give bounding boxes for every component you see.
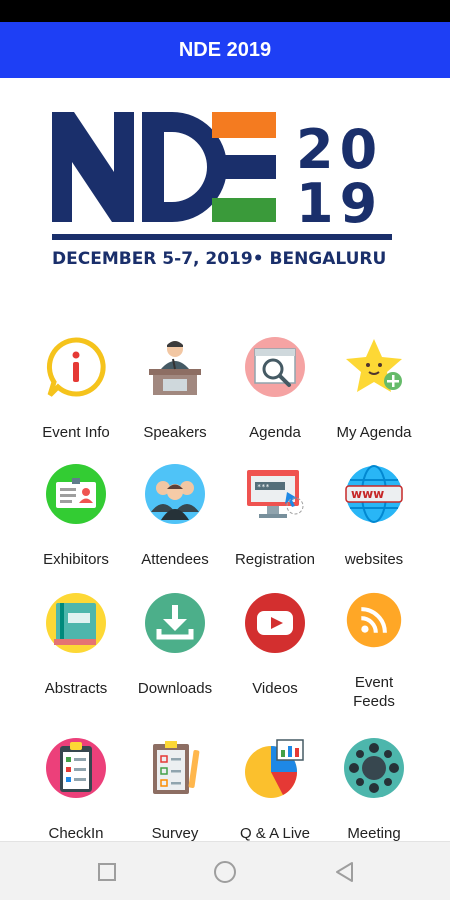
www-globe-icon: www [345,465,403,523]
attendees-group-icon [145,464,205,524]
checkin-clipboard-icon [46,738,106,798]
menu-item-label: Event Feeds [353,674,395,710]
menu-item-qa-live[interactable]: Q & A Live [220,736,330,856]
logo-year-bottom: 19 [296,172,383,235]
menu-item-websites[interactable]: www websites [319,462,429,582]
menu-item-label: Registration [234,551,316,568]
menu-item-exhibitors[interactable]: Exhibitors [21,462,131,582]
download-icon [145,593,205,653]
info-icon [46,337,106,397]
menu-item-videos[interactable]: Videos [220,591,330,711]
menu-item-label: Downloads [137,680,213,697]
video-play-icon [245,593,305,653]
system-nav-bar [0,841,450,900]
menu-item-label: Attendees [141,551,209,568]
logo-tagline: DECEMBER 5-7, 2019• BENGALURU [52,249,386,269]
menu-item-my-agenda[interactable]: My Agenda [319,335,429,455]
meeting-table-icon [344,738,404,798]
menu-item-label: Exhibitors [43,551,109,568]
app-bar: NDE 2019 [0,22,450,78]
menu-item-attendees[interactable]: Attendees [120,462,230,582]
menu-item-survey[interactable]: Survey [120,736,230,856]
menu-item-label: Abstracts [44,680,108,697]
menu-item-registration[interactable]: *** Registration [220,462,330,582]
speaker-podium-icon [149,341,201,395]
menu-item-event-feeds[interactable]: Event Feeds [319,591,429,711]
menu-item-speakers[interactable]: Speakers [120,335,230,455]
registration-monitor-icon: *** [247,470,304,518]
menu-item-abstracts[interactable]: Abstracts [21,591,131,711]
home-circle-icon[interactable] [213,860,237,884]
recents-square-icon[interactable] [95,860,119,884]
abstract-book-icon [46,593,106,653]
svg-text:***: *** [257,483,270,491]
menu-item-label: Agenda [249,424,301,441]
menu-item-agenda[interactable]: Agenda [220,335,330,455]
menu-item-label: My Agenda [336,424,412,441]
star-add-icon [346,339,402,392]
menu-item-label: websites [344,551,404,568]
menu-item-downloads[interactable]: Downloads [120,591,230,711]
svg-text:www: www [351,487,384,501]
menu-item-event-info[interactable]: Event Info [21,335,131,455]
menu-item-checkin[interactable]: CheckIn [21,736,131,856]
exhibitor-id-card-icon [46,464,106,524]
menu-item-label: Videos [252,680,298,697]
nde-2019-logo: 20 19 DECEMBER 5-7, 2019• BENGALURU [52,112,392,269]
app-title: NDE 2019 [178,38,272,61]
survey-checklist-icon [153,741,200,794]
rss-feed-icon [346,592,402,648]
status-bar [0,0,450,22]
menu-item-meeting[interactable]: Meeting [319,736,429,856]
back-triangle-icon[interactable] [333,860,357,884]
agenda-search-icon [245,337,305,397]
qa-chart-icon [245,739,304,798]
menu-item-label: Event Info [42,424,110,441]
menu-item-label: Speakers [143,424,207,441]
